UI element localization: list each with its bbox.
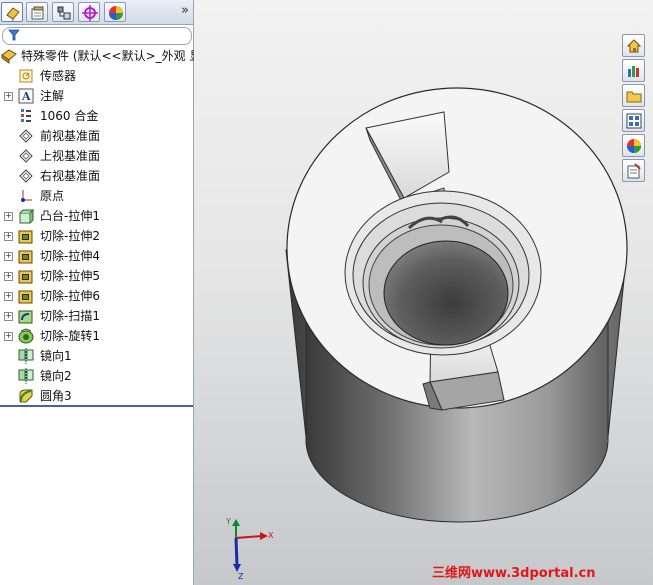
feature-manager-panel: » 特殊零件 (默认<<默认>_外观 显传感器 + A 注解 1060 合金 前视基准面上… (0, 0, 201, 585)
home-icon (626, 39, 642, 53)
sensor-icon (18, 68, 34, 84)
tree-item-label: 切除-拉伸2 (40, 229, 100, 243)
tree-item-label: 上视基准面 (40, 149, 101, 163)
panel-tab-bar: » (0, 0, 193, 25)
material-icon (18, 108, 34, 124)
task-pane-view-palette-button[interactable] (622, 109, 645, 132)
design-library-icon (628, 66, 639, 77)
tree-item[interactable]: + A 注解 (0, 86, 193, 106)
watermark-text: 三维网www.3dportal.cn (432, 566, 596, 581)
configurationmanager-tab[interactable] (52, 2, 74, 22)
tree-item-label: 原点 (40, 189, 65, 203)
task-pane-design-library-button[interactable] (622, 59, 645, 82)
svg-text:A: A (21, 90, 31, 103)
mirror-icon (18, 348, 34, 364)
cut-extrude-icon (18, 228, 34, 244)
tree-item-label: 镜向2 (40, 369, 72, 383)
task-pane-file-explorer-button[interactable] (622, 84, 645, 107)
tree-item-label: 切除-拉伸4 (40, 249, 100, 263)
tree-item[interactable]: 前视基准面 (0, 126, 193, 146)
plane-icon (18, 128, 34, 144)
orientation-triad: Y X Z (225, 517, 274, 581)
expand-toggle[interactable]: + (4, 232, 13, 241)
tree-item[interactable]: 原点 (0, 186, 193, 206)
dimxpert-tab[interactable] (78, 2, 100, 22)
tree-item[interactable]: + 切除-扫描1 (0, 306, 193, 326)
tree-item[interactable]: 镜向1 (0, 346, 193, 366)
task-pane-bar (622, 34, 646, 182)
tree-rollback-bar[interactable] (0, 405, 193, 407)
tree-item[interactable]: 圆角3 (0, 386, 193, 406)
mirror-icon (18, 368, 34, 384)
featuremanager-tab[interactable] (1, 2, 23, 22)
cut-extrude-icon (18, 248, 34, 264)
expand-toggle[interactable]: + (4, 272, 13, 281)
boss-extrude-icon (18, 208, 35, 224)
tree-item-label: 圆角3 (40, 389, 72, 403)
tree-item-label: 1060 合金 (40, 109, 99, 123)
expand-toggle[interactable]: + (4, 92, 13, 101)
task-pane-custom-properties-button[interactable] (622, 159, 645, 182)
task-pane-appearances-button[interactable] (622, 134, 645, 157)
file-explorer-icon (626, 91, 642, 103)
cut-extrude-icon (18, 288, 34, 304)
task-pane-home-button[interactable] (622, 34, 645, 57)
origin-icon (18, 188, 34, 204)
appearance-ball-icon (109, 6, 123, 20)
expand-toggle[interactable]: + (4, 332, 13, 341)
tree-item-label: 切除-拉伸6 (40, 289, 100, 303)
part-3d-model[interactable] (194, 0, 653, 585)
triad-z-label: Z (238, 572, 244, 581)
cut-extrude-icon (18, 268, 34, 284)
part-icon (1, 48, 17, 64)
annotation-icon: A (18, 88, 34, 104)
triad-y-label: Y (225, 517, 231, 526)
cut-revolve-icon (18, 328, 34, 344)
custom-properties-icon (627, 163, 641, 179)
appearances-icon (627, 139, 641, 153)
tree-item-label: 镜向1 (40, 349, 72, 363)
view-palette-icon (626, 113, 642, 129)
tree-item[interactable]: + 切除-拉伸5 (0, 266, 193, 286)
tree-item[interactable]: + 凸台-拉伸1 (0, 206, 193, 226)
plane-icon (18, 168, 34, 184)
tree-item-label: 特殊零件 (默认<<默认>_外观 显 (21, 49, 202, 63)
expand-toggle[interactable]: + (4, 292, 13, 301)
expand-toggle[interactable]: + (4, 212, 13, 221)
plane-icon (18, 148, 34, 164)
tree-item[interactable]: 传感器 (0, 66, 193, 86)
tree-item[interactable]: 1060 合金 (0, 106, 193, 126)
tree-item[interactable]: + 切除-拉伸4 (0, 246, 193, 266)
tree-item-label: 右视基准面 (40, 169, 101, 183)
tree-item[interactable]: + 切除-拉伸6 (0, 286, 193, 306)
tree-filter-input[interactable] (2, 27, 192, 45)
filter-icon (8, 29, 20, 41)
configuration-icon (57, 6, 71, 20)
tree-item-label: 传感器 (40, 69, 77, 83)
dimxpert-crosshair-icon (82, 5, 98, 21)
propertymanager-tab[interactable] (26, 2, 48, 22)
feature-tree-icon (6, 7, 20, 21)
tree-item[interactable]: 上视基准面 (0, 146, 193, 166)
cut-sweep-icon (18, 308, 34, 324)
fillet-icon (18, 388, 34, 404)
tree-item[interactable]: + 切除-旋转1 (0, 326, 193, 346)
tree-item-label: 切除-拉伸5 (40, 269, 100, 283)
tree-item-label: 前视基准面 (40, 129, 101, 143)
tree-item-label: 注解 (40, 89, 65, 103)
expand-panel-chevron[interactable]: » (181, 3, 189, 18)
tree-item[interactable]: 右视基准面 (0, 166, 193, 186)
tree-item-label: 切除-扫描1 (40, 309, 100, 323)
property-manager-icon (31, 6, 44, 20)
display-manager-tab[interactable] (104, 2, 126, 22)
tree-item-label: 切除-旋转1 (40, 329, 100, 343)
tree-item[interactable]: + 切除-拉伸2 (0, 226, 193, 246)
expand-toggle[interactable]: + (4, 312, 13, 321)
graphics-viewport[interactable]: Y X Z (194, 0, 653, 585)
triad-x-label: X (268, 531, 274, 540)
tree-item[interactable]: 镜向2 (0, 366, 193, 386)
tree-item-label: 凸台-拉伸1 (40, 209, 100, 223)
tree-root-part[interactable]: 特殊零件 (默认<<默认>_外观 显 (0, 46, 201, 66)
expand-toggle[interactable]: + (4, 252, 13, 261)
